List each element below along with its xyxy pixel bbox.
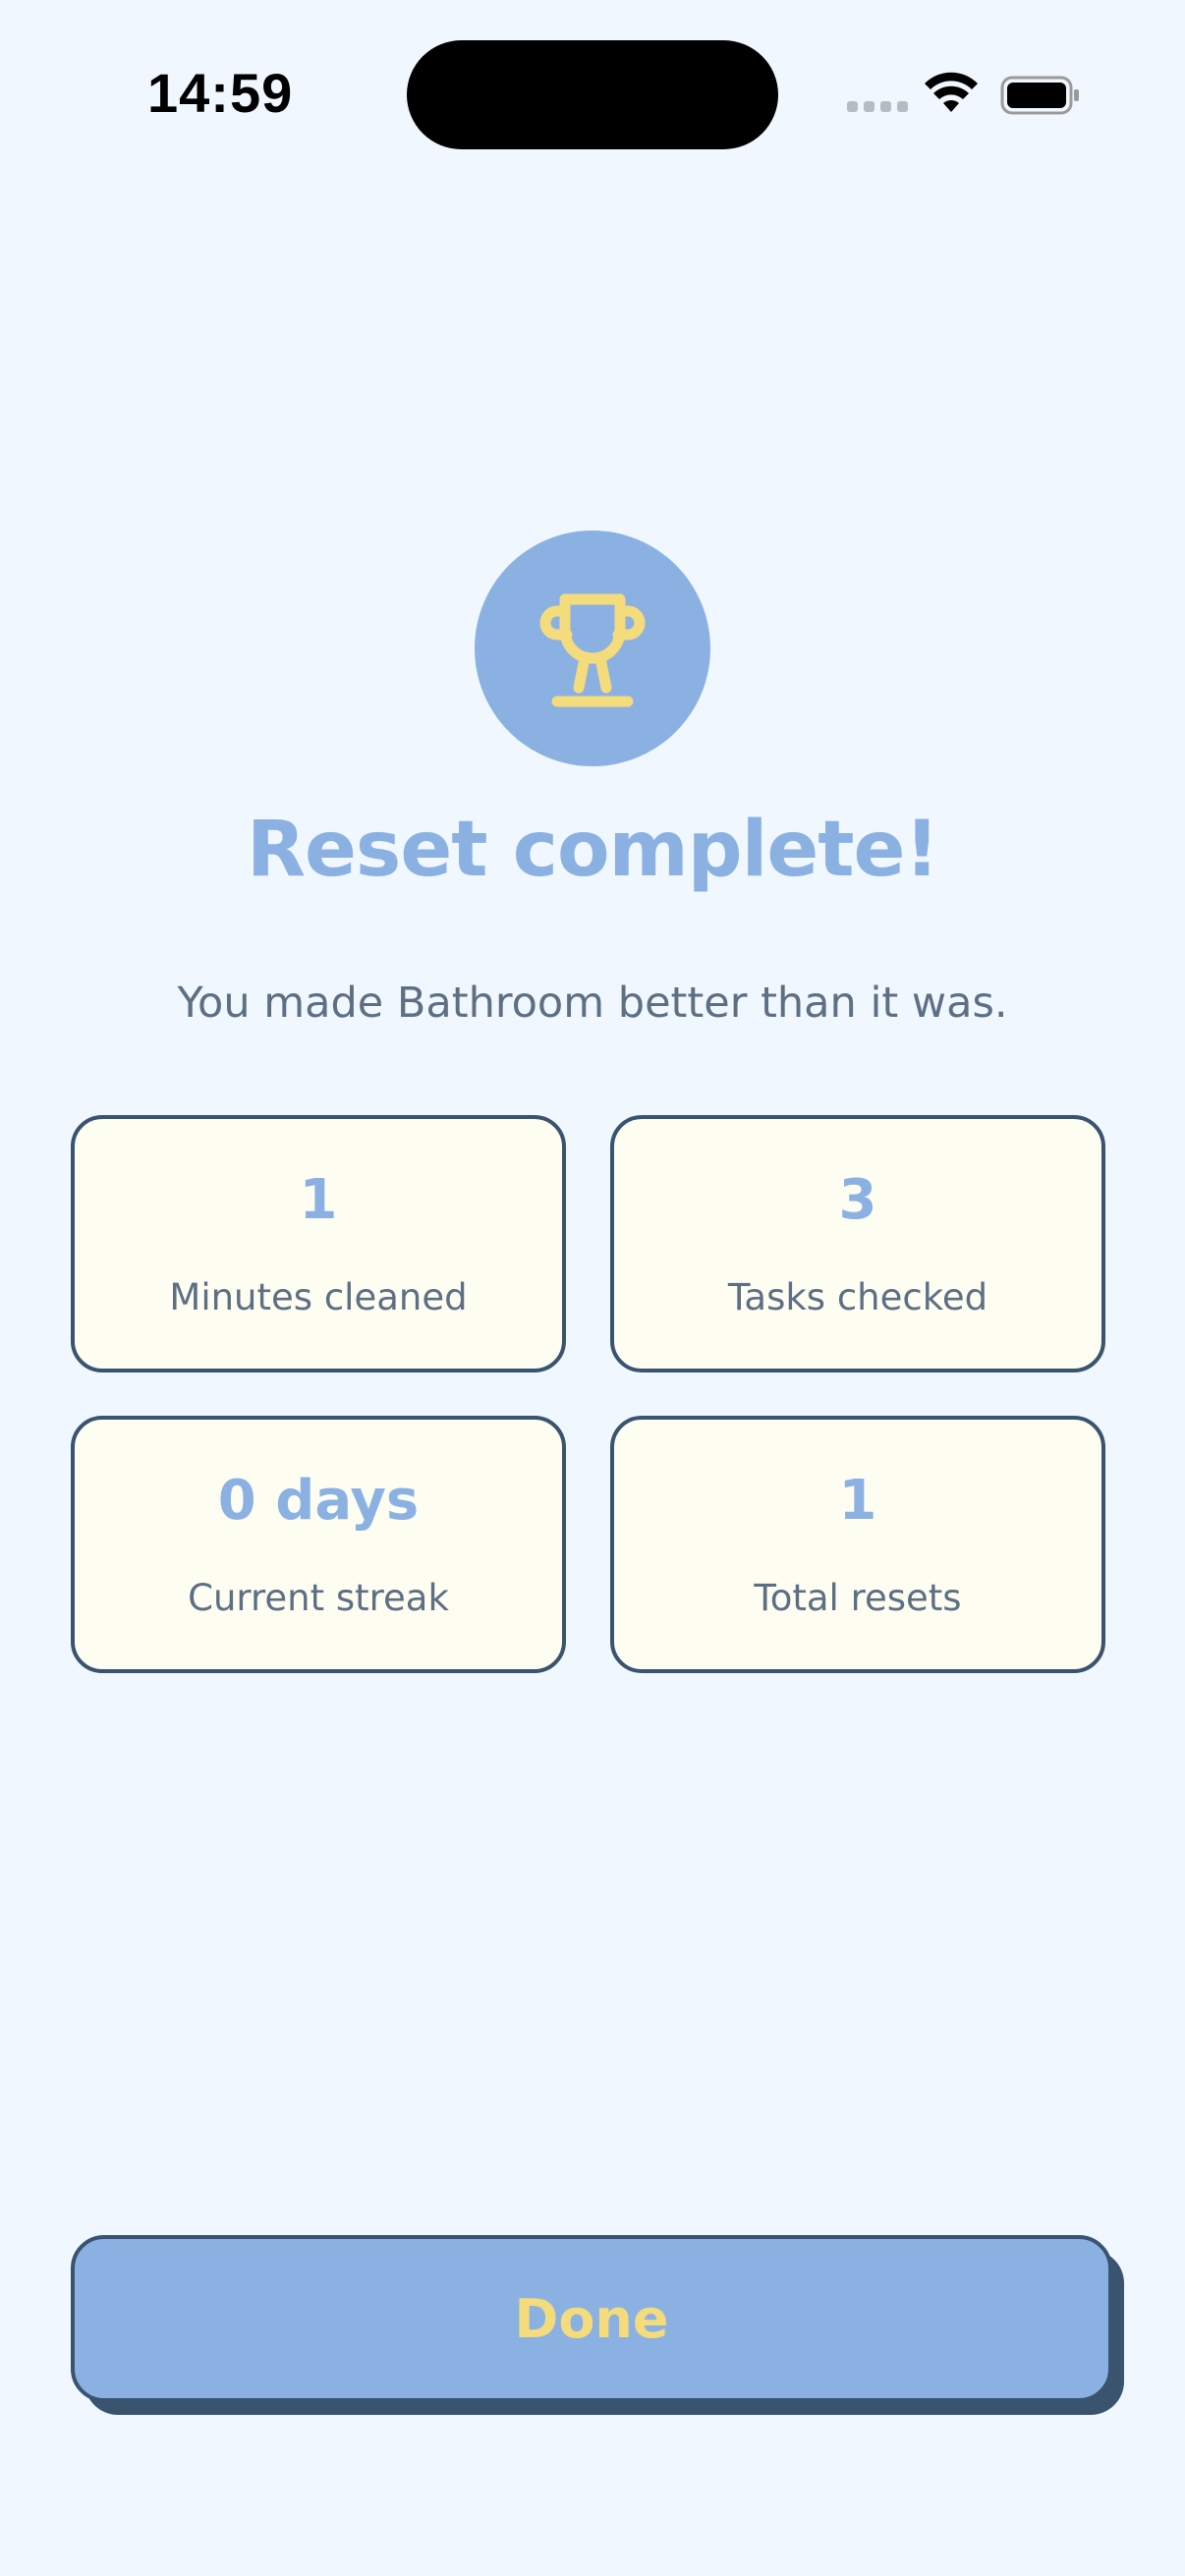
dynamic-island (407, 40, 778, 149)
trophy-icon (539, 593, 646, 707)
stat-value: 1 (299, 1168, 338, 1232)
status-bar: 14:59 (0, 0, 1185, 196)
stat-value: 1 (838, 1469, 877, 1533)
stat-label: Minutes cleaned (169, 1276, 468, 1318)
stat-label: Total resets (754, 1577, 962, 1619)
stat-card-total-resets: 1 Total resets (610, 1416, 1105, 1673)
wifi-icon (925, 72, 978, 112)
stat-label: Tasks checked (727, 1276, 988, 1318)
stat-label: Current streak (188, 1577, 449, 1619)
done-button-label: Done (514, 2287, 669, 2350)
trophy-badge (475, 531, 710, 766)
page-subtitle: You made Bathroom better than it was. (177, 979, 1008, 1028)
done-button[interactable]: Done (71, 2235, 1112, 2402)
status-time: 14:59 (147, 62, 294, 124)
battery-icon (1000, 76, 1079, 115)
stat-card-current-streak: 0 days Current streak (71, 1416, 566, 1673)
stat-value: 0 days (217, 1469, 420, 1533)
stat-card-minutes-cleaned: 1 Minutes cleaned (71, 1115, 566, 1372)
stat-card-tasks-checked: 3 Tasks checked (610, 1115, 1105, 1372)
stat-value: 3 (838, 1168, 877, 1232)
page-title: Reset complete! (246, 806, 939, 894)
cellular-signal-icon (847, 101, 908, 115)
